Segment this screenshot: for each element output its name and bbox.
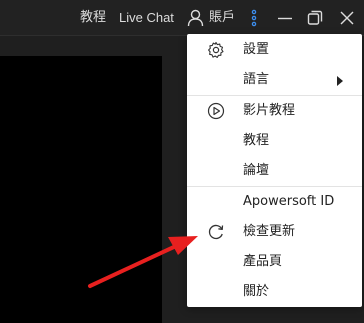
- menu-item-check-update[interactable]: 檢查更新: [187, 217, 362, 247]
- menu-item-product-page[interactable]: 產品頁: [187, 247, 362, 277]
- video-preview: [0, 56, 162, 323]
- menu-item-about[interactable]: 關於: [187, 277, 362, 307]
- settings-menu: 設置 語言 影片教程 教程 論壇 Apowersoft ID 檢查更新 產品頁: [187, 34, 362, 307]
- menu-item-language[interactable]: 語言: [187, 65, 362, 95]
- submenu-arrow-icon: [337, 76, 343, 86]
- restore-icon[interactable]: [306, 9, 324, 27]
- gear-icon: [208, 41, 224, 58]
- play-circle-icon: [207, 102, 225, 120]
- menu-item-apowersoft-id[interactable]: Apowersoft ID: [187, 187, 362, 217]
- tutorial-link[interactable]: 教程: [80, 0, 106, 36]
- menu-item-label: 語言: [243, 72, 270, 87]
- menu-item-forum[interactable]: 論壇: [187, 156, 362, 186]
- close-icon[interactable]: [338, 9, 356, 27]
- user-icon: [187, 9, 204, 27]
- menu-item-label: 關於: [243, 284, 270, 299]
- menu-item-label: Apowersoft ID: [243, 194, 335, 209]
- menu-item-settings[interactable]: 設置: [187, 35, 362, 65]
- title-bar: 教程 Live Chat 賬戶: [0, 0, 364, 36]
- minimize-icon[interactable]: [276, 9, 294, 27]
- more-vertical-icon[interactable]: [245, 9, 263, 27]
- account-button[interactable]: 賬戶: [187, 0, 237, 36]
- live-chat-link[interactable]: Live Chat: [119, 0, 174, 36]
- refresh-icon: [208, 224, 224, 240]
- menu-item-video-tutorial[interactable]: 影片教程: [187, 96, 362, 126]
- menu-item-label: 產品頁: [243, 254, 283, 269]
- menu-item-label: 檢查更新: [243, 224, 296, 239]
- menu-item-label: 影片教程: [243, 103, 296, 118]
- account-label: 賬戶: [209, 10, 236, 25]
- menu-item-label: 教程: [243, 133, 270, 148]
- menu-item-label: 論壇: [243, 163, 270, 178]
- menu-item-tutorial[interactable]: 教程: [187, 126, 362, 156]
- menu-item-label: 設置: [243, 42, 270, 57]
